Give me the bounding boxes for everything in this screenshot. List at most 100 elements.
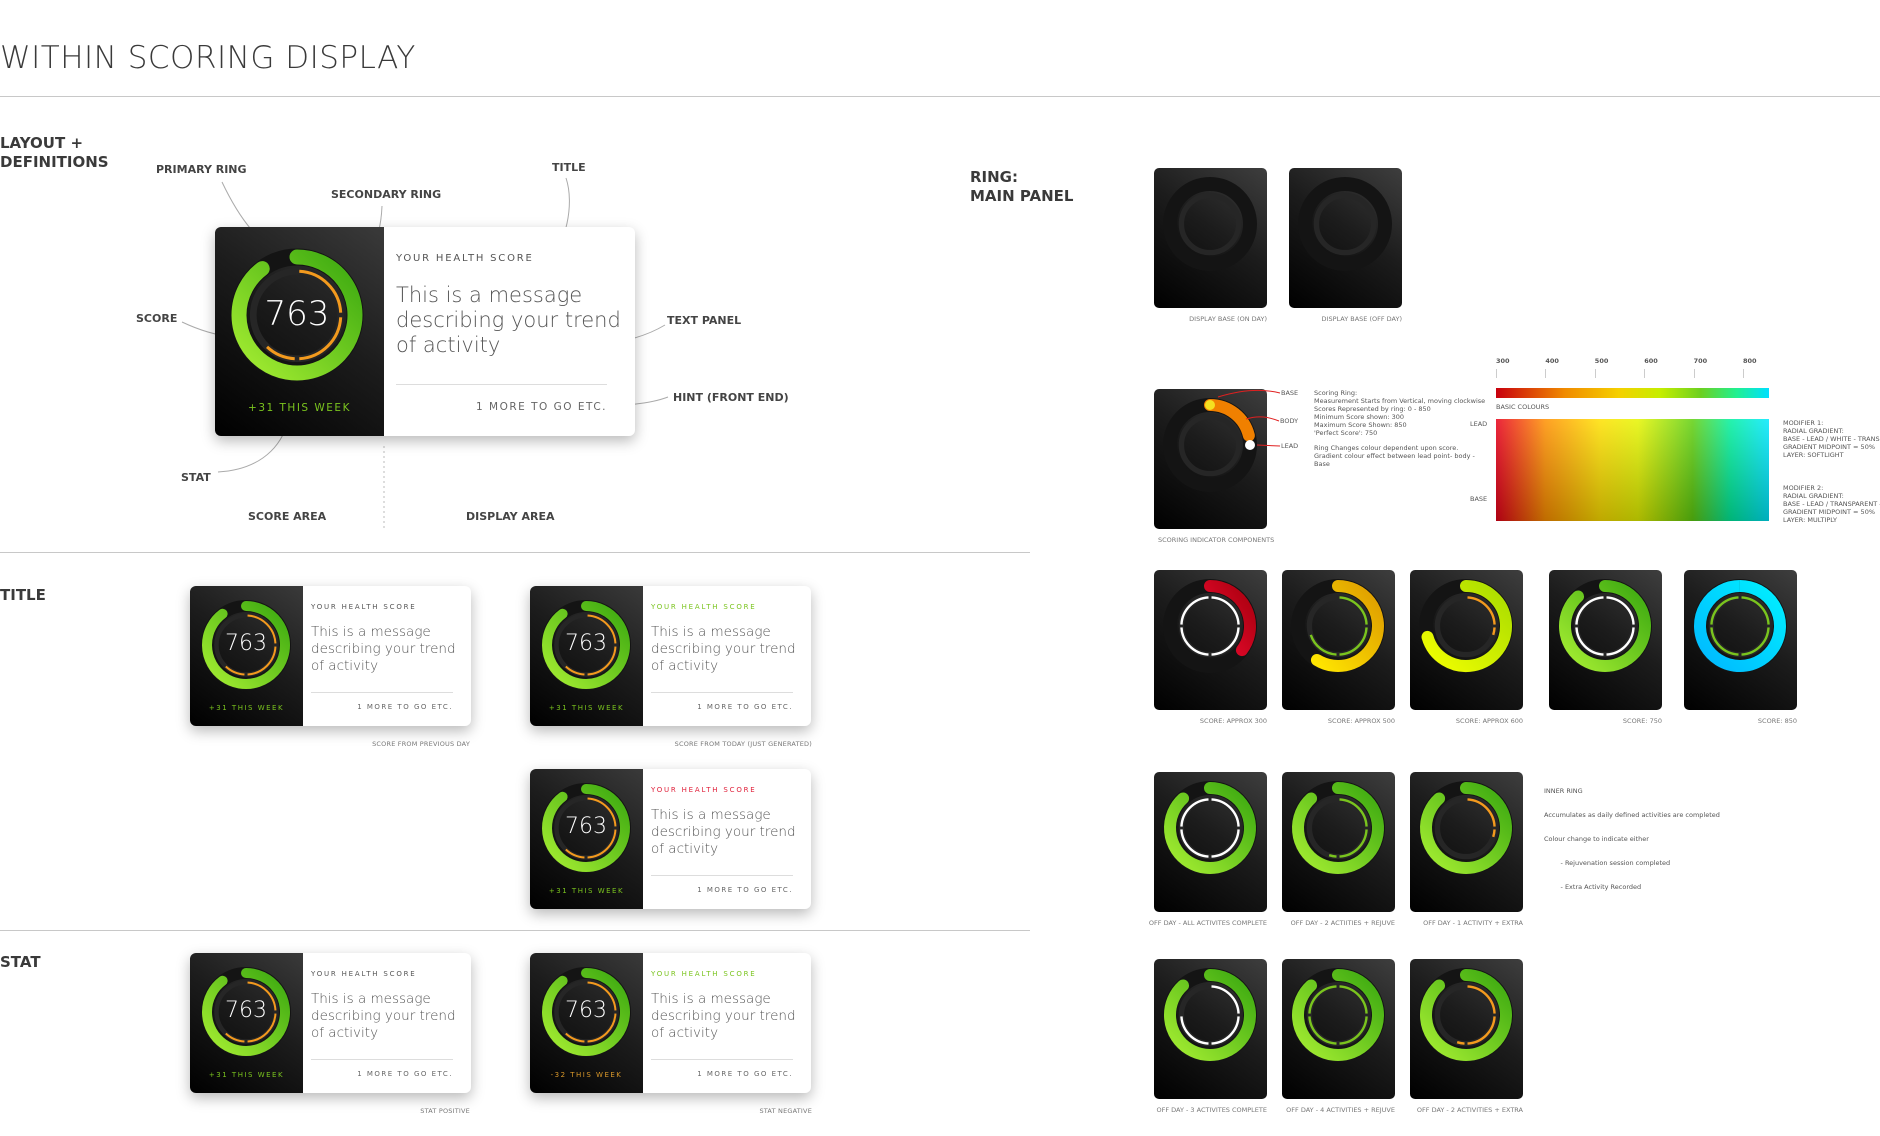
note-line: Minimum Score shown: 300 (1314, 413, 1405, 421)
label-title: TITLE (552, 161, 586, 174)
off-day-panel (1282, 959, 1395, 1099)
score-ring (1163, 968, 1257, 1062)
note-line: 'Perfect Score': 750 (1314, 429, 1378, 437)
scale-tick-label: 600 (1644, 357, 1658, 365)
score-example-panel (1282, 570, 1395, 710)
scale-tick (1496, 369, 1497, 378)
divider (396, 384, 607, 385)
stat-text: +31 THIS WEEK (248, 402, 351, 414)
part-label-lead: LEAD (1281, 442, 1299, 450)
score-ring (1291, 968, 1385, 1062)
score-area: 763 +31 THIS WEEK (530, 769, 643, 909)
display-base-panel (1154, 168, 1267, 308)
card-hint: 1 MORE TO GO ETC. (357, 1070, 453, 1078)
panel-caption: OFF DAY - 2 ACTIVITIES + EXTRA (1416, 1106, 1523, 1114)
secondary-ring-segment (1492, 627, 1496, 636)
note-line: Gradient colour effect between lead poin… (1314, 452, 1475, 460)
panel-caption: SCORE: APPROX 600 (1455, 717, 1523, 725)
score-ring (1163, 177, 1257, 271)
label-score-area: SCORE AREA (248, 510, 327, 523)
card-message: This is a message describing your trend … (396, 283, 621, 357)
scale-tick-label: 400 (1545, 357, 1559, 365)
score-ring (1419, 579, 1513, 673)
card-message: This is a message describing your trend … (311, 991, 456, 1041)
score-ring (1291, 781, 1385, 875)
off-day-panel (1410, 772, 1523, 912)
note-line: Ring Changes colour dependent upon score… (1314, 444, 1459, 452)
scoring-notes: Scoring Ring: Measurement Starts from Ve… (1314, 389, 1485, 468)
note-line: Scoring Ring: (1314, 389, 1358, 397)
gradient-swatch (1496, 419, 1769, 521)
card-hint: 1 MORE TO GO ETC. (357, 703, 453, 711)
card-title: YOUR HEALTH SCORE (651, 786, 757, 794)
scale-tick (1644, 369, 1646, 378)
base-dot (1205, 400, 1215, 410)
label-hint: HINT (FRONT END) (673, 391, 789, 404)
note-line: Measurement Starts from Vertical, moving… (1314, 397, 1486, 405)
panel-caption: OFF DAY - ALL ACTIVITES COMPLETE (1148, 919, 1267, 927)
stat-section-heading: STAT (0, 953, 41, 971)
indicator-markers (1205, 389, 1281, 450)
score-value: 763 (565, 631, 607, 656)
score-ring (1163, 579, 1257, 673)
score-ring (1291, 579, 1385, 673)
scoring-indicator-panel (1154, 389, 1281, 529)
modifier-line: GRADIENT MIDPOINT = 50% (1783, 443, 1876, 451)
ring-heading: RING: MAIN PANEL (970, 168, 1074, 205)
card-hint: 1 MORE TO GO ETC. (697, 1070, 793, 1078)
score-area: 763 +31 THIS WEEK (190, 953, 303, 1093)
stat-text: +31 THIS WEEK (548, 704, 625, 712)
card-title: YOUR HEALTH SCORE (396, 253, 534, 264)
card-hint: 1 MORE TO GO ETC. (697, 703, 793, 711)
display-base-panel (1289, 168, 1402, 308)
modifier-1: MODIFIER 1: RADIAL GRADIENT: BASE - LEAD… (1783, 419, 1880, 459)
card-message: This is a message describing your trend … (651, 624, 796, 674)
card-title: YOUR HEALTH SCORE (311, 970, 417, 978)
panel-caption: SCORE: APPROX 300 (1199, 717, 1267, 725)
modifier-line: MODIFIER 1: (1783, 419, 1824, 427)
off-day-panel (1154, 772, 1267, 912)
note-line: Base (1314, 460, 1330, 468)
card-hint: 1 MORE TO GO ETC. (697, 886, 793, 894)
modifier-line: GRADIENT MIDPOINT = 50% (1783, 508, 1876, 516)
divider (311, 692, 453, 693)
card-caption: STAT POSITIVE (420, 1107, 470, 1115)
basic-colours-bar (1496, 388, 1769, 398)
lead-dot (1245, 440, 1255, 450)
score-area: 763 +31 THIS WEEK (190, 586, 303, 726)
part-label-body: BODY (1280, 417, 1299, 425)
score-area: 763 +31 THIS WEEK (215, 227, 384, 436)
card-message: This is a message describing your trend … (311, 624, 456, 674)
score-area: 763 +31 THIS WEEK (530, 586, 643, 726)
score-example-panel (1154, 570, 1267, 710)
note-line: Maximum Score Shown: 850 (1314, 421, 1407, 429)
score-example-panel (1549, 570, 1662, 710)
base-label: BASE (1470, 495, 1488, 503)
divider (651, 875, 793, 876)
panel-caption: SCORE: APPROX 500 (1327, 717, 1395, 725)
inner-ring-note: INNER RING Accumulates as daily defined … (1544, 771, 1720, 899)
inner-ring-track (1178, 192, 1242, 256)
off-day-panel (1282, 772, 1395, 912)
scale-tick (1693, 369, 1695, 378)
card-title: YOUR HEALTH SCORE (651, 603, 757, 611)
panel-caption: DISPLAY BASE (OFF DAY) (1321, 315, 1402, 323)
label-secondary-ring: SECONDARY RING (331, 188, 442, 201)
scale-tick (1594, 369, 1596, 378)
health-score-card: 763 -32 THIS WEEK YOUR HEALTH SCORE This… (530, 953, 811, 1093)
card-hint: 1 MORE TO GO ETC. (476, 401, 607, 413)
label-stat: STAT (181, 471, 211, 484)
inner-ring-track (1313, 192, 1377, 256)
divider (651, 692, 793, 693)
basic-colours-label: BASIC COLOURS (1496, 403, 1550, 411)
health-score-card: 763 +31 THIS WEEK YOUR HEALTH SCORE This… (190, 586, 471, 726)
panel-caption: SCORE: 750 (1622, 717, 1662, 725)
label-text-panel: TEXT PANEL (667, 314, 742, 327)
scale-tick (1743, 369, 1744, 378)
scale-tick-label: 700 (1693, 357, 1708, 365)
score-ring (1693, 579, 1787, 673)
secondary-ring-segment (1492, 829, 1496, 838)
card-caption: SCORE FROM PREVIOUS DAY (372, 740, 470, 748)
note-line: Colour change to indicate either (1544, 835, 1649, 843)
score-ring (1558, 579, 1652, 673)
